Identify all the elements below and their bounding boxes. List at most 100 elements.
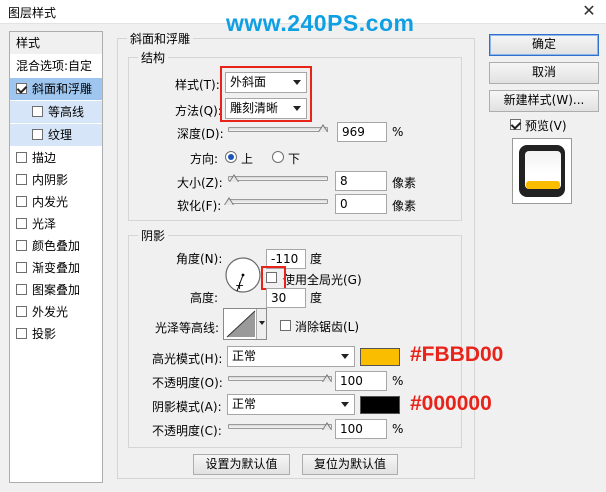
shadow-mode-label: 阴影模式(A): [152, 400, 222, 414]
angle-dial-icon[interactable]: + [224, 256, 262, 294]
style-item-label: 等高线 [48, 105, 85, 119]
bevel-emboss-title: 斜面和浮雕 [127, 30, 194, 47]
soften-slider-handle[interactable] [224, 197, 235, 206]
size-slider-track[interactable] [228, 176, 328, 181]
style-item-label: 内阴影 [32, 173, 69, 187]
svg-text:+: + [235, 279, 244, 292]
window-title: 图层样式 [8, 6, 57, 20]
drop-shadow-checkbox[interactable] [16, 328, 27, 339]
chevron-down-icon [341, 402, 349, 407]
ok-button[interactable]: 确定 [489, 34, 599, 56]
altitude-input[interactable]: 30 [266, 288, 306, 308]
highlight-opacity-slider-handle[interactable] [322, 374, 333, 383]
antialias-label: 消除锯齿(L) [295, 320, 360, 334]
new-style-button[interactable]: 新建样式(W)... [489, 90, 599, 112]
style-item-color-overlay[interactable]: 颜色叠加 [10, 235, 102, 257]
reset-default-button[interactable]: 复位为默认值 [302, 454, 398, 475]
soften-unit: 像素 [392, 199, 417, 213]
gradient-overlay-checkbox[interactable] [16, 262, 27, 273]
size-slider-handle[interactable] [229, 174, 240, 183]
shadow-color-swatch[interactable] [360, 396, 400, 414]
altitude-label: 高度: [190, 291, 219, 305]
texture-checkbox[interactable] [32, 129, 43, 140]
highlight-mode-select[interactable]: 正常 [227, 346, 355, 367]
style-item-bevel[interactable]: 斜面和浮雕 [10, 78, 102, 100]
blending-options-item[interactable]: 混合选项:自定 [10, 55, 102, 77]
close-icon[interactable]: ✕ [580, 2, 598, 20]
gloss-contour-picker[interactable] [223, 308, 267, 340]
blending-options-label: 混合选项:自定 [16, 59, 93, 73]
contour-checkbox[interactable] [32, 106, 43, 117]
depth-slider-handle[interactable] [318, 124, 329, 133]
soften-label: 软化(F): [177, 199, 222, 213]
style-item-label: 颜色叠加 [32, 239, 81, 253]
inner-glow-checkbox[interactable] [16, 196, 27, 207]
shadow-mode-value: 正常 [232, 397, 257, 411]
contour-dropdown-button[interactable] [256, 309, 266, 339]
style-item-label: 渐变叠加 [32, 261, 81, 275]
cancel-button[interactable]: 取消 [489, 62, 599, 84]
structure-title: 结构 [138, 49, 169, 66]
style-item-contour[interactable]: 等高线 [10, 101, 102, 123]
gloss-contour-label: 光泽等高线: [155, 321, 220, 335]
styles-header-label: 样式 [16, 36, 41, 50]
preview-label: 预览(V) [525, 119, 567, 133]
highlight-mode-label: 高光模式(H): [152, 352, 223, 366]
highlight-color-annotation: #FBBD00 [410, 343, 504, 366]
styles-header[interactable]: 样式 [10, 32, 102, 54]
size-unit: 像素 [392, 176, 417, 190]
shadow-opacity-unit: % [392, 422, 404, 436]
style-item-label: 内发光 [32, 195, 69, 209]
inner-shadow-checkbox[interactable] [16, 174, 27, 185]
depth-slider-track[interactable] [228, 127, 328, 132]
soften-input[interactable]: 0 [335, 194, 387, 214]
styles-list: 样式 混合选项:自定 斜面和浮雕 等高线 纹理 描边 内阴影 内发光 光泽 颜色… [9, 31, 103, 483]
color-overlay-checkbox[interactable] [16, 240, 27, 251]
highlight-opacity-label: 不透明度(O): [152, 376, 223, 390]
style-item-gradient-overlay[interactable]: 渐变叠加 [10, 257, 102, 279]
pattern-overlay-checkbox[interactable] [16, 284, 27, 295]
altitude-unit: 度 [310, 291, 323, 305]
direction-up-radio[interactable] [225, 151, 237, 163]
antialias-checkbox[interactable] [280, 320, 291, 331]
style-item-inner-shadow[interactable]: 内阴影 [10, 169, 102, 191]
outer-glow-checkbox[interactable] [16, 306, 27, 317]
style-item-label: 图案叠加 [32, 283, 81, 297]
style-item-drop-shadow[interactable]: 投影 [10, 323, 102, 345]
highlight-color-swatch[interactable] [360, 348, 400, 366]
make-default-button[interactable]: 设置为默认值 [193, 454, 290, 475]
direction-down-radio[interactable] [272, 151, 284, 163]
highlight-opacity-unit: % [392, 374, 404, 388]
chevron-down-icon [259, 321, 265, 325]
shadow-opacity-slider-handle[interactable] [322, 422, 333, 431]
global-light-label: 使用全局光(G) [283, 273, 362, 287]
style-item-pattern-overlay[interactable]: 图案叠加 [10, 279, 102, 301]
chevron-down-icon [341, 354, 349, 359]
highlight-opacity-input[interactable]: 100 [335, 371, 387, 391]
style-item-stroke[interactable]: 描边 [10, 147, 102, 169]
stroke-checkbox[interactable] [16, 152, 27, 163]
angle-label: 角度(N): [176, 252, 223, 266]
highlight-box-global-light [261, 266, 286, 290]
preview-checkbox[interactable] [510, 119, 521, 130]
style-item-satin[interactable]: 光泽 [10, 213, 102, 235]
size-label: 大小(Z): [177, 176, 223, 190]
shadow-mode-select[interactable]: 正常 [227, 394, 355, 415]
shadow-color-annotation: #000000 [410, 392, 492, 415]
satin-checkbox[interactable] [16, 218, 27, 229]
depth-input[interactable]: 969 [337, 122, 387, 142]
style-item-texture[interactable]: 纹理 [10, 124, 102, 146]
style-item-outer-glow[interactable]: 外发光 [10, 301, 102, 323]
bevel-checkbox[interactable] [16, 83, 27, 94]
direction-up-label: 上 [241, 152, 254, 166]
size-input[interactable]: 8 [335, 171, 387, 191]
style-item-label: 投影 [32, 327, 57, 341]
highlight-opacity-slider-track[interactable] [228, 376, 332, 381]
style-item-label: 外发光 [32, 305, 69, 319]
soften-slider-track[interactable] [228, 199, 328, 204]
shadow-opacity-input[interactable]: 100 [335, 419, 387, 439]
highlight-box-structure [220, 66, 312, 122]
shadow-opacity-slider-track[interactable] [228, 424, 332, 429]
style-item-inner-glow[interactable]: 内发光 [10, 191, 102, 213]
style-item-label: 纹理 [48, 128, 73, 142]
